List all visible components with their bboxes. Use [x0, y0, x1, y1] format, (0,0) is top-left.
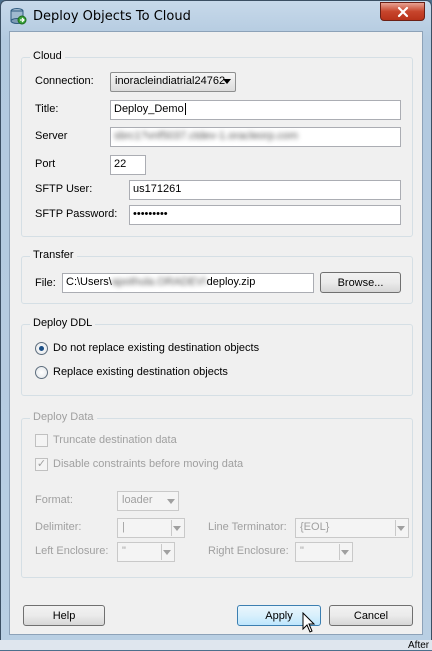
sftp-password-input[interactable]: •••••••••	[129, 205, 401, 225]
chevron-down-icon	[397, 526, 405, 531]
deploy-ddl-group: Deploy DDL Do not replace existing desti…	[21, 317, 413, 396]
right-enclosure-label: Right Enclosure:	[208, 545, 289, 557]
dialog-content: Cloud Connection: inoracleindiatrial2476…	[9, 31, 423, 635]
combo-separator	[339, 544, 340, 560]
close-button[interactable]	[380, 2, 425, 21]
file-path-input[interactable]: C:\Users\apothula.ORADEV\deploy.zip	[62, 273, 314, 293]
browse-button[interactable]: Browse...	[320, 272, 401, 293]
chevron-down-icon	[173, 526, 181, 531]
file-label: File:	[35, 277, 56, 289]
format-value: loader	[122, 494, 153, 506]
line-terminator-label: Line Terminator:	[208, 521, 287, 533]
close-icon	[397, 6, 408, 17]
transfer-group: Transfer File: C:\Users\apothula.ORADEV\…	[21, 249, 413, 304]
window-title: Deploy Objects To Cloud	[33, 9, 191, 24]
cancel-label: Cancel	[353, 609, 389, 622]
server-input[interactable]: sbrc1?vnf5037.ctdev-1.oracleorp.com	[110, 127, 401, 147]
cancel-button[interactable]: Cancel	[329, 605, 413, 626]
chevron-down-icon	[167, 499, 175, 504]
left-enclosure-dropdown[interactable]: "	[117, 542, 175, 562]
left-enclosure-label: Left Enclosure:	[35, 545, 109, 557]
ddl-option1-label: Do not replace existing destination obje…	[53, 342, 260, 354]
deploy-data-legend: Deploy Data	[30, 411, 97, 423]
file-suffix: deploy.zip	[206, 276, 256, 288]
help-button[interactable]: Help	[23, 605, 105, 626]
ddl-option-replace[interactable]: Replace existing destination objects	[35, 364, 285, 382]
browse-label: Browse...	[337, 276, 384, 289]
chevron-down-icon	[341, 550, 349, 555]
combo-separator	[171, 520, 172, 536]
delimiter-dropdown[interactable]: |	[117, 518, 185, 538]
sftp-user-label: SFTP User:	[35, 183, 93, 195]
deploy-dialog-window: Deploy Objects To Cloud Cloud Connection…	[0, 0, 432, 642]
deploy-data-group: Deploy Data Truncate destination data ✓ …	[21, 411, 413, 578]
cloud-deploy-app-icon	[10, 8, 27, 25]
file-prefix: C:\Users\	[66, 276, 112, 288]
sftp-user-input[interactable]: us171261	[129, 180, 401, 200]
deploy-ddl-legend: Deploy DDL	[30, 317, 96, 329]
sftp-user-value: us171261	[133, 183, 182, 195]
combo-separator	[395, 520, 396, 536]
transfer-legend: Transfer	[30, 249, 77, 261]
port-input[interactable]: 22	[110, 155, 146, 175]
delimiter-label: Delimiter:	[35, 521, 82, 533]
mouse-pointer-icon	[302, 612, 316, 633]
disable-constraints-checkbox[interactable]: ✓	[35, 458, 48, 471]
apply-label: Apply	[265, 609, 293, 622]
server-label: Server	[35, 130, 68, 142]
truncate-checkbox[interactable]	[35, 434, 48, 447]
format-dropdown[interactable]: loader	[117, 491, 179, 511]
left-enclosure-value: "	[122, 545, 126, 557]
title-bar[interactable]: Deploy Objects To Cloud	[1, 1, 431, 31]
connection-value: inoracleindiatrial24762	[115, 75, 226, 87]
file-blurred-segment: apothula.ORADEV\	[111, 276, 207, 288]
sftp-password-value: •••••••••	[133, 208, 168, 220]
connection-label: Connection:	[35, 75, 94, 87]
chevron-down-icon	[163, 550, 171, 555]
connection-dropdown[interactable]: inoracleindiatrial24762	[110, 72, 236, 92]
radio-replace[interactable]	[35, 366, 48, 379]
title-label: Title:	[35, 103, 59, 115]
background-window-strip	[0, 640, 432, 650]
combo-separator	[161, 544, 162, 560]
format-label: Format:	[35, 494, 73, 506]
cloud-group: Cloud Connection: inoracleindiatrial2476…	[21, 50, 413, 237]
port-label: Port	[35, 158, 56, 170]
title-value: Deploy_Demo	[114, 103, 184, 115]
right-enclosure-value: "	[300, 545, 304, 557]
cloud-legend: Cloud	[30, 50, 65, 62]
server-value: sbrc1?vnf5037.ctdev-1.oracleorp.com	[114, 130, 299, 142]
background-after-text: After	[408, 640, 430, 651]
ddl-option2-label: Replace existing destination objects	[53, 366, 228, 378]
port-value: 22	[114, 158, 127, 170]
radio-do-not-replace[interactable]	[35, 342, 48, 355]
sftp-password-label: SFTP Password:	[35, 208, 118, 220]
ddl-option-do-not-replace[interactable]: Do not replace existing destination obje…	[35, 340, 285, 358]
right-enclosure-dropdown[interactable]: "	[295, 542, 353, 562]
title-input[interactable]: Deploy_Demo	[110, 100, 401, 120]
chevron-down-icon	[223, 79, 231, 84]
line-terminator-value: {EOL}	[300, 521, 330, 533]
help-label: Help	[52, 609, 76, 622]
truncate-label: Truncate destination data	[53, 434, 177, 446]
disable-constraints-label: Disable constraints before moving data	[53, 458, 244, 470]
delimiter-value: |	[122, 521, 125, 533]
line-terminator-dropdown[interactable]: {EOL}	[295, 518, 409, 538]
